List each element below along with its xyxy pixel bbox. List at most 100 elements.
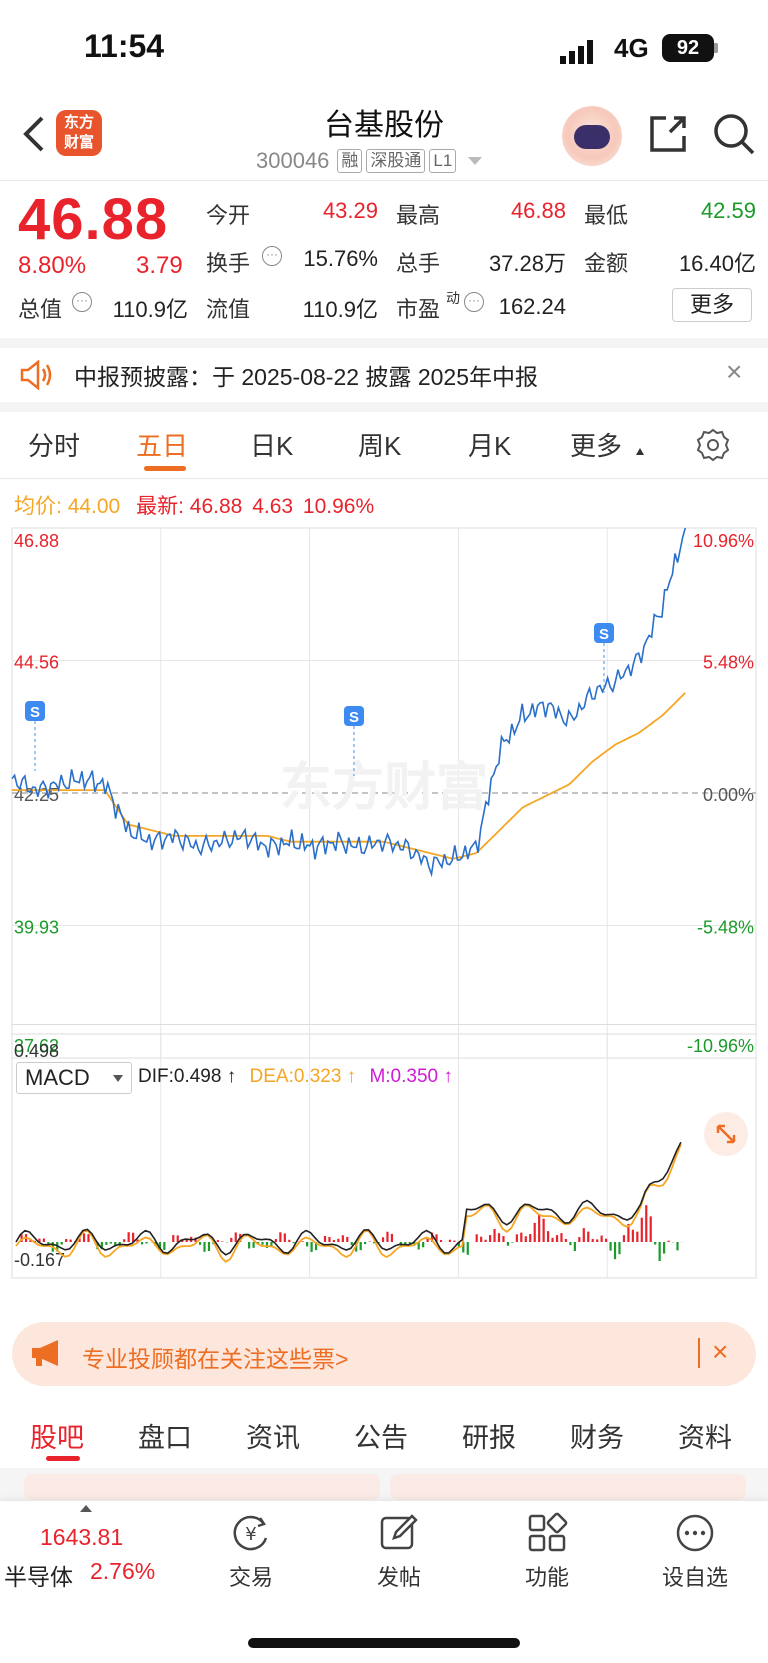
x-tick-label: 08/04 (213, 1283, 258, 1285)
macd-bar (341, 1235, 344, 1242)
tab-daily[interactable]: 日K (250, 426, 293, 463)
gear-icon[interactable] (696, 428, 730, 462)
macd-bar (578, 1237, 581, 1242)
macd-bar (69, 1239, 72, 1242)
macd-bar (140, 1242, 144, 1245)
tab-announcements[interactable]: 公告 (354, 1416, 408, 1455)
nav-watchlist[interactable]: 设自选 (655, 1560, 735, 1592)
active-tab-indicator (46, 1456, 80, 1461)
tab-finance[interactable]: 财务 (570, 1416, 624, 1455)
stock-subtitle[interactable]: 300046 融 深股通 L1 (256, 146, 483, 176)
more-caret-icon (636, 448, 644, 455)
macd-m: M:0.350 ↑ (369, 1066, 453, 1087)
more-circle-icon[interactable] (674, 1512, 716, 1554)
macd-bar (511, 1242, 514, 1243)
pe-value: 162.24 (498, 294, 566, 319)
macd-bar (569, 1242, 572, 1246)
price-chart[interactable]: 东方财富 46.8844.5642.2539.9337.6210.96%5.48… (0, 525, 768, 1285)
macd-bar (109, 1242, 112, 1244)
change-amount: 3.79 (136, 252, 183, 279)
expand-icon[interactable] (704, 1112, 748, 1156)
tab-five-day[interactable]: 五日 (136, 426, 188, 463)
close-icon[interactable]: × (726, 356, 742, 388)
x-tick-label: 08/01 (64, 1283, 109, 1285)
tab-profile[interactable]: 资料 (678, 1416, 732, 1455)
trade-icon[interactable]: ¥ (230, 1512, 272, 1554)
nav-post[interactable]: 发帖 (359, 1560, 439, 1592)
macd-bar (60, 1242, 63, 1245)
content-card[interactable] (24, 1474, 380, 1500)
high-value: 46.88 (510, 198, 566, 223)
tab-weekly[interactable]: 周K (358, 426, 401, 463)
macd-bar (636, 1231, 639, 1242)
tag-margin: 融 (337, 149, 363, 173)
indicator-select[interactable]: MACD (16, 1062, 132, 1094)
macd-bar (230, 1237, 233, 1242)
low-value: 42.59 (700, 198, 756, 223)
notice-text[interactable]: 中报预披露：于 2025-08-22 披露 2025年中报 (74, 358, 538, 392)
sector-pct[interactable]: 2.76% (90, 1558, 155, 1585)
more-button[interactable]: 更多 (672, 288, 752, 322)
robot-icon (574, 125, 610, 149)
macd-bar (488, 1235, 492, 1242)
grid-icon[interactable] (526, 1512, 568, 1554)
macd-bar (448, 1239, 452, 1242)
info-icon[interactable]: ··· (464, 292, 484, 312)
macd-bar (649, 1216, 652, 1242)
battery-icon: 92 (662, 34, 714, 62)
info-icon[interactable]: ··· (262, 246, 282, 266)
tab-forum[interactable]: 股吧 (30, 1416, 84, 1455)
tab-research[interactable]: 研报 (462, 1416, 516, 1455)
macd-bar (618, 1242, 621, 1255)
avg-label: 均价: (14, 495, 62, 518)
macd-bar (252, 1242, 255, 1248)
market-cap-value: 110.9亿 (112, 297, 188, 322)
macd-bar (497, 1233, 501, 1242)
y-right-tick: 5.48% (703, 653, 754, 673)
share-icon[interactable] (646, 112, 690, 156)
content-card[interactable] (390, 1474, 746, 1500)
macd-bar (274, 1239, 278, 1242)
period-tabs: 分时 五日 日K 周K 月K 更多 (0, 412, 768, 476)
tab-orderbook[interactable]: 盘口 (138, 1416, 192, 1455)
tab-news[interactable]: 资讯 (246, 1416, 300, 1455)
macd-bar (582, 1228, 585, 1242)
nav-trade[interactable]: 交易 (211, 1560, 291, 1592)
tab-more[interactable]: 更多 (570, 426, 622, 463)
nav-functions[interactable]: 功能 (507, 1560, 587, 1592)
macd-bar (292, 1242, 295, 1244)
macd-bar (493, 1228, 496, 1242)
tab-intraday[interactable]: 分时 (28, 426, 80, 463)
macd-bar (42, 1238, 45, 1242)
macd-bar (176, 1235, 179, 1242)
macd-bar (172, 1235, 175, 1242)
y-right-tick: -10.96% (687, 1036, 754, 1056)
pe-sup: 动 (446, 290, 460, 306)
tag-connect: 深股通 (366, 149, 426, 173)
promo-text[interactable]: 专业投顾都在关注这些票> (82, 1340, 348, 1374)
y-left-tick: 44.56 (14, 653, 59, 673)
chevron-down-icon (468, 157, 483, 165)
float-cap-label: 流值 (206, 297, 251, 322)
macd-bar (390, 1233, 394, 1242)
macd-bar (386, 1231, 389, 1242)
macd-bar (538, 1214, 541, 1242)
macd-bar (163, 1242, 166, 1251)
macd-bar (105, 1242, 108, 1245)
signal-label: S (30, 704, 40, 721)
macd-bar (640, 1217, 643, 1242)
macd-bar (328, 1236, 331, 1242)
y-right-tick: 10.96% (693, 531, 754, 551)
sector-index-value[interactable]: 1643.81 (40, 1524, 123, 1551)
macd-bar (82, 1233, 86, 1242)
expand-up-icon[interactable] (80, 1505, 92, 1512)
macd-dif: DIF:0.498 ↑ (138, 1066, 237, 1087)
edit-icon[interactable] (378, 1512, 420, 1554)
volume-label: 总手 (396, 251, 441, 276)
search-icon[interactable] (712, 112, 756, 156)
info-icon[interactable]: ··· (72, 292, 92, 312)
macd-values: DIF:0.498 ↑ DEA:0.323 ↑ M:0.350 ↑ (138, 1066, 453, 1088)
tab-monthly[interactable]: 月K (468, 426, 511, 463)
sector-name[interactable]: 半导体 (4, 1558, 73, 1592)
close-icon[interactable]: × (712, 1336, 728, 1368)
